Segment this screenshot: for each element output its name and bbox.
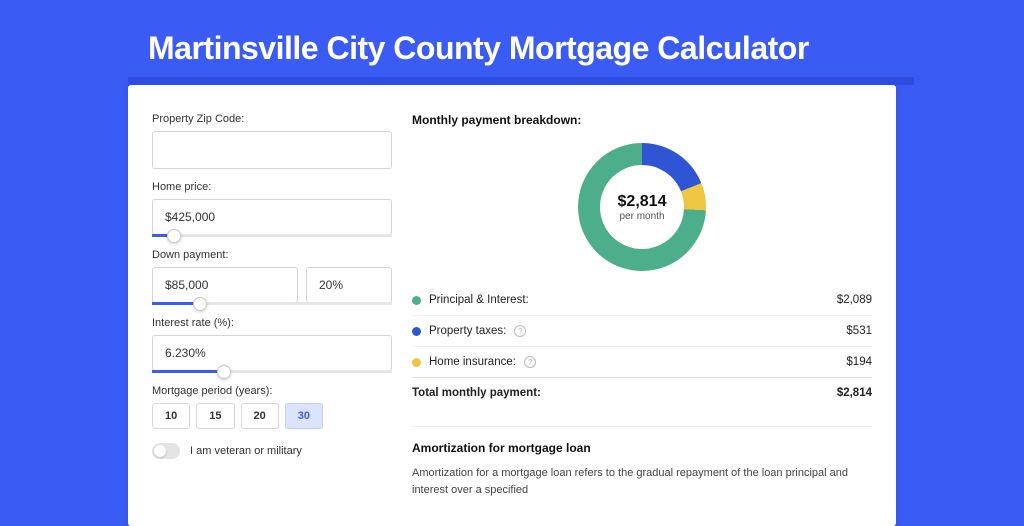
veteran-toggle-knob (154, 445, 166, 457)
down-payment-slider[interactable] (152, 302, 392, 305)
down-payment-percent-input[interactable] (306, 267, 392, 303)
veteran-toggle-label: I am veteran or military (190, 445, 302, 457)
amortization-text: Amortization for a mortgage loan refers … (412, 465, 872, 498)
legend-label-total: Total monthly payment: (412, 387, 541, 399)
mortgage-period-field: Mortgage period (years): 10 15 20 30 (152, 385, 392, 429)
amortization-title: Amortization for mortgage loan (412, 441, 872, 455)
donut-center: $2,814 per month (578, 143, 706, 271)
amortization-section: Amortization for mortgage loan Amortizat… (412, 426, 872, 498)
legend-value-principal: $2,089 (837, 294, 872, 306)
page-title: Martinsville City County Mortgage Calcul… (0, 0, 1024, 85)
interest-rate-field: Interest rate (%): (152, 317, 392, 373)
donut-amount: $2,814 (618, 193, 667, 211)
donut-sub: per month (619, 211, 664, 222)
legend-value-insurance: $194 (846, 356, 872, 368)
legend-row-principal: Principal & Interest: $2,089 (412, 285, 872, 315)
down-payment-field: Down payment: (152, 249, 392, 305)
down-payment-label: Down payment: (152, 249, 392, 261)
zip-label: Property Zip Code: (152, 113, 392, 125)
legend-row-insurance: Home insurance: ? $194 (412, 346, 872, 377)
interest-rate-input[interactable] (152, 335, 392, 371)
home-price-input[interactable] (152, 199, 392, 235)
zip-input[interactable] (152, 131, 392, 169)
veteran-toggle[interactable] (152, 443, 180, 459)
down-payment-amount-input[interactable] (152, 267, 298, 303)
home-price-label: Home price: (152, 181, 392, 193)
interest-rate-slider[interactable] (152, 370, 392, 373)
legend-value-taxes: $531 (846, 325, 872, 337)
donut-chart: $2,814 per month (578, 143, 706, 271)
donut-chart-wrap: $2,814 per month (412, 137, 872, 285)
legend-label-insurance: Home insurance: (429, 356, 516, 368)
info-icon[interactable]: ? (514, 325, 526, 337)
legend-row-taxes: Property taxes: ? $531 (412, 315, 872, 346)
legend-label-taxes: Property taxes: (429, 325, 506, 337)
legend-row-total: Total monthly payment: $2,814 (412, 377, 872, 408)
veteran-toggle-row: I am veteran or military (152, 443, 392, 459)
info-icon[interactable]: ? (524, 356, 536, 368)
mortgage-period-label: Mortgage period (years): (152, 385, 392, 397)
home-price-field: Home price: (152, 181, 392, 237)
swatch-insurance (412, 358, 421, 367)
period-option-10[interactable]: 10 (152, 403, 190, 429)
swatch-taxes (412, 327, 421, 336)
period-option-15[interactable]: 15 (196, 403, 234, 429)
interest-rate-label: Interest rate (%): (152, 317, 392, 329)
breakdown-column: Monthly payment breakdown: $2,814 per mo… (412, 113, 872, 498)
breakdown-title: Monthly payment breakdown: (412, 113, 872, 127)
mortgage-period-options: 10 15 20 30 (152, 403, 392, 429)
period-option-30[interactable]: 30 (285, 403, 323, 429)
period-option-20[interactable]: 20 (241, 403, 279, 429)
swatch-principal (412, 296, 421, 305)
home-price-slider-thumb[interactable] (167, 229, 181, 243)
legend-label-principal: Principal & Interest: (429, 294, 529, 306)
calculator-card: Property Zip Code: Home price: Down paym… (128, 85, 896, 526)
interest-rate-slider-thumb[interactable] (217, 365, 231, 379)
inputs-column: Property Zip Code: Home price: Down paym… (152, 113, 392, 498)
home-price-slider[interactable] (152, 234, 392, 237)
zip-field: Property Zip Code: (152, 113, 392, 169)
legend: Principal & Interest: $2,089 Property ta… (412, 285, 872, 408)
legend-value-total: $2,814 (837, 387, 872, 399)
down-payment-slider-thumb[interactable] (193, 297, 207, 311)
